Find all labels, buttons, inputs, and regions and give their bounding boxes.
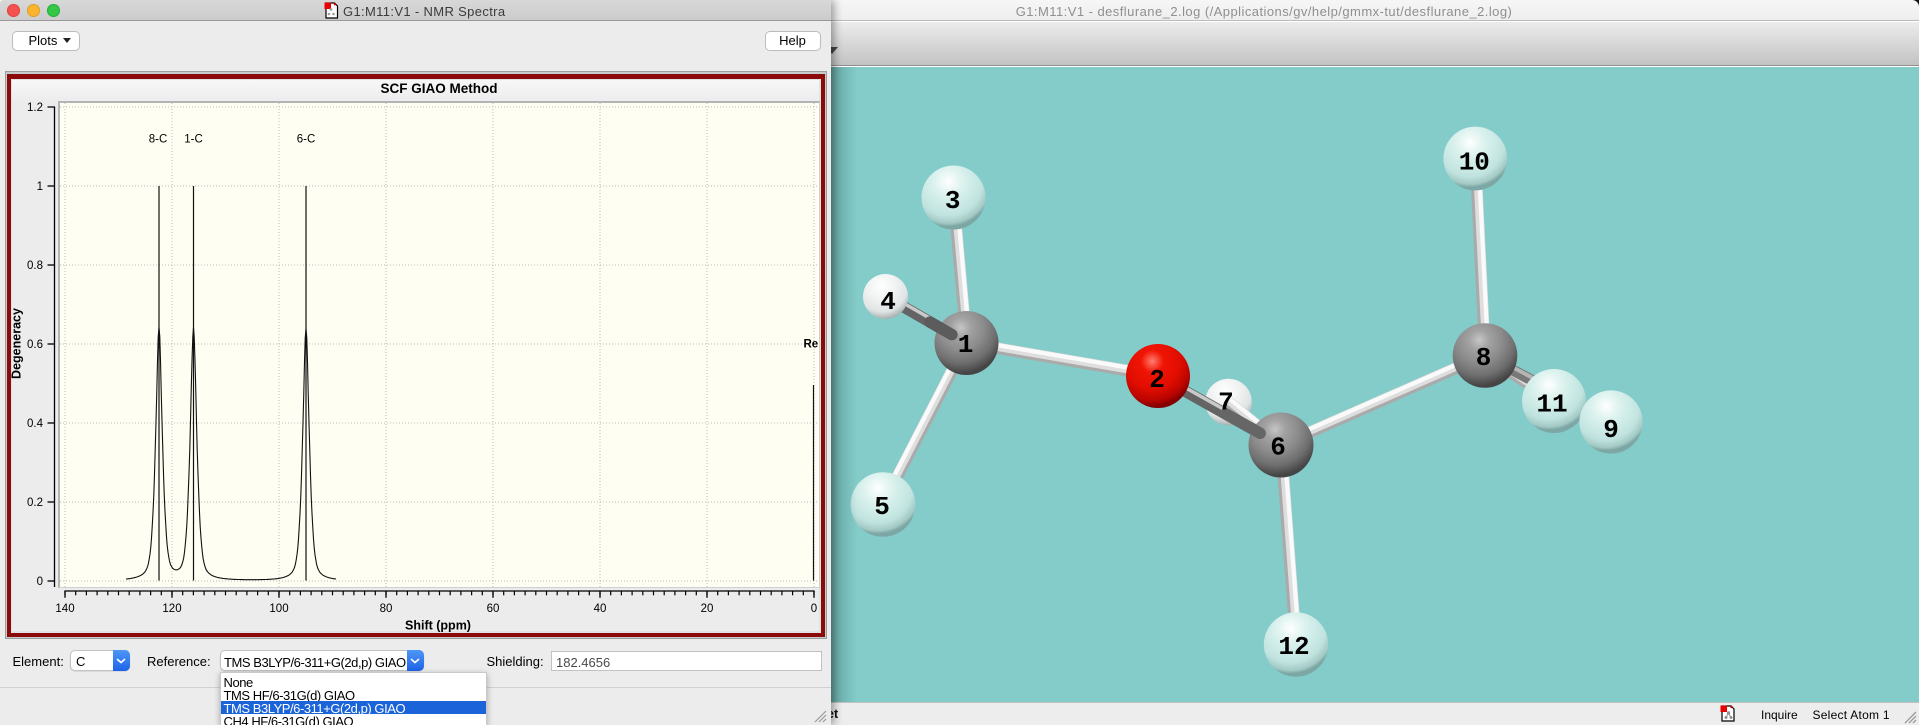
svg-text:9: 9 xyxy=(1603,415,1619,445)
svg-text:0.2: 0.2 xyxy=(27,497,43,509)
svg-text:Shift (ppm): Shift (ppm) xyxy=(405,619,471,633)
svg-text:0.4: 0.4 xyxy=(27,418,44,430)
svg-text:40: 40 xyxy=(594,603,607,615)
svg-text:8: 8 xyxy=(1476,343,1492,373)
svg-text:3: 3 xyxy=(945,186,961,216)
svg-text:5: 5 xyxy=(874,492,890,522)
svg-text:80: 80 xyxy=(380,603,393,615)
svg-text:0.8: 0.8 xyxy=(27,260,43,272)
svg-text:1.2: 1.2 xyxy=(27,102,43,114)
svg-text:4: 4 xyxy=(880,287,896,317)
svg-text:0.6: 0.6 xyxy=(27,339,43,351)
svg-text:120: 120 xyxy=(162,603,181,615)
svg-text:1-C: 1-C xyxy=(184,134,203,146)
svg-text:0: 0 xyxy=(37,576,43,588)
svg-text:2: 2 xyxy=(1149,365,1165,395)
svg-text:Degeneracy: Degeneracy xyxy=(10,308,24,379)
svg-text:60: 60 xyxy=(487,603,500,615)
svg-text:20: 20 xyxy=(701,603,714,615)
svg-text:12: 12 xyxy=(1278,632,1309,662)
svg-text:6-C: 6-C xyxy=(297,134,316,146)
svg-text:7: 7 xyxy=(1218,388,1234,418)
svg-text:1: 1 xyxy=(958,330,974,360)
svg-text:6: 6 xyxy=(1270,433,1286,463)
svg-text:0: 0 xyxy=(811,603,817,615)
svg-text:1: 1 xyxy=(37,181,43,193)
svg-text:100: 100 xyxy=(269,603,288,615)
svg-text:Re: Re xyxy=(804,339,819,351)
svg-text:140: 140 xyxy=(55,603,74,615)
svg-text:8-C: 8-C xyxy=(149,134,168,146)
svg-text:10: 10 xyxy=(1459,148,1490,178)
svg-text:11: 11 xyxy=(1536,390,1567,420)
